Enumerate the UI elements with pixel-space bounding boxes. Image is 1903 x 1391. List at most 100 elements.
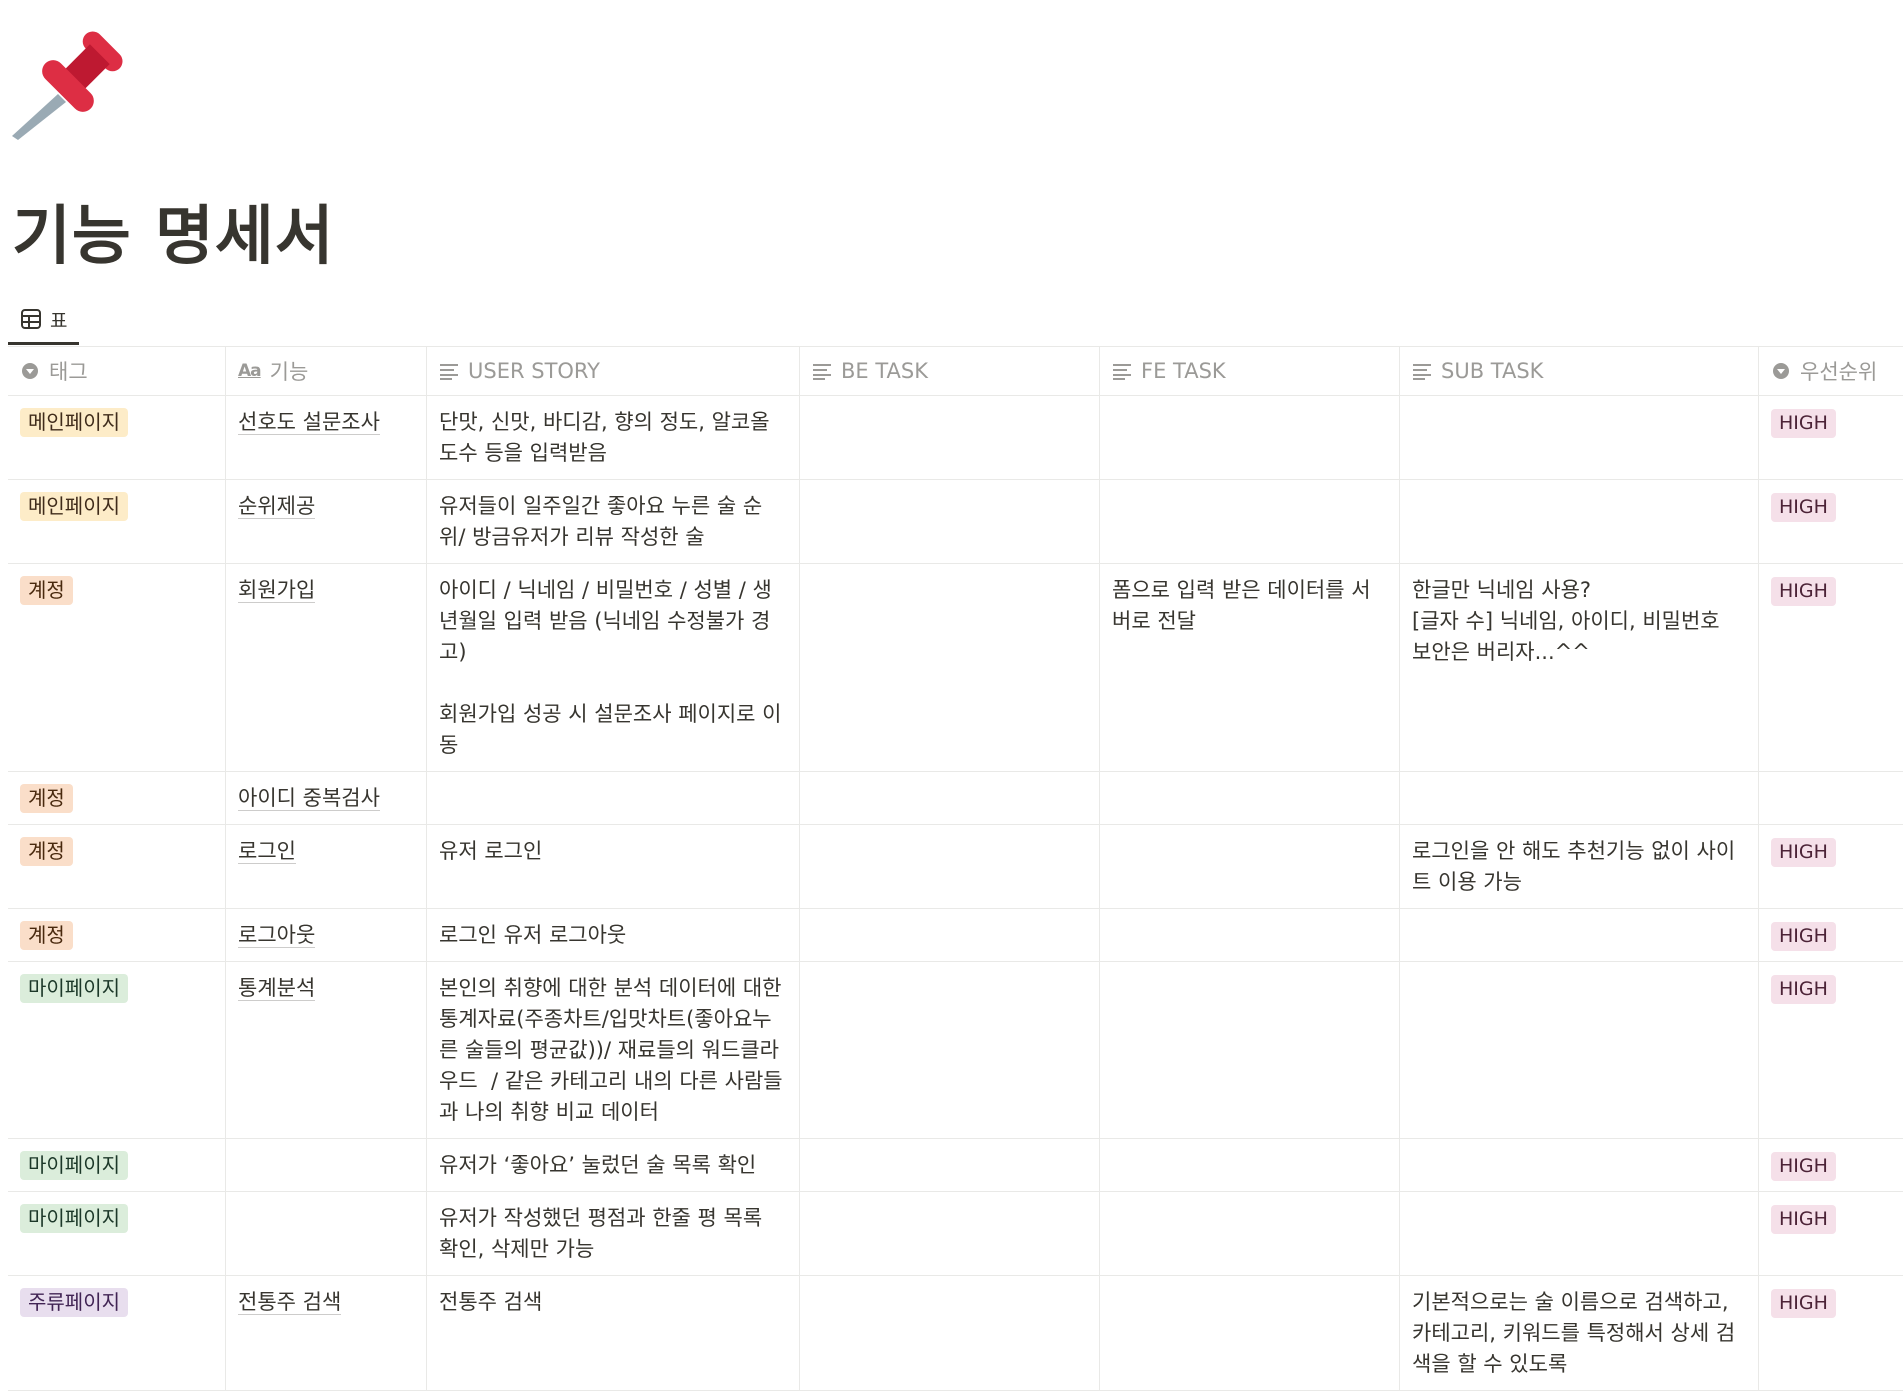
- feature-cell[interactable]: 로그인: [225, 825, 426, 909]
- priority-cell[interactable]: HIGH: [1758, 1139, 1903, 1192]
- database-table: 태그 Aa 기능 USER STORY BE TASK FE TASK SUB …: [8, 346, 1903, 1391]
- user-story-cell[interactable]: 단맛, 신맛, 바디감, 향의 정도, 알코올 도수 등을 입력받음: [426, 396, 799, 480]
- view-tabs: 표: [8, 296, 1903, 346]
- fe-task-cell[interactable]: [1099, 396, 1399, 480]
- user-story-cell[interactable]: [426, 772, 799, 825]
- fe-task-cell[interactable]: 폼으로 입력 받은 데이터를 서버로 전달: [1099, 564, 1399, 772]
- user-story-cell[interactable]: 전통주 검색: [426, 1276, 799, 1391]
- priority-cell[interactable]: HIGH: [1758, 1276, 1903, 1391]
- sub-task-text: 로그인을 안 해도 추천기능 없이 사이트 이용 가능: [1412, 839, 1736, 894]
- sub-task-cell[interactable]: 로그인을 안 해도 추천기능 없이 사이트 이용 가능: [1399, 825, 1758, 909]
- priority-badge: HIGH: [1771, 1152, 1836, 1181]
- priority-badge: HIGH: [1771, 493, 1836, 522]
- tag-cell[interactable]: 계정: [8, 825, 225, 909]
- feature-cell[interactable]: [225, 1192, 426, 1276]
- feature-title: 아이디 중복검사: [238, 786, 380, 811]
- column-header-tag[interactable]: 태그: [8, 347, 225, 396]
- user-story-cell[interactable]: 로그인 유저 로그아웃: [426, 909, 799, 962]
- tag-cell[interactable]: 마이페이지: [8, 962, 225, 1139]
- feature-cell[interactable]: 아이디 중복검사: [225, 772, 426, 825]
- tag-cell[interactable]: 주류페이지: [8, 1276, 225, 1391]
- feature-cell[interactable]: 선호도 설문조사: [225, 396, 426, 480]
- view-tab-table[interactable]: 표: [8, 296, 80, 345]
- column-header-user-story[interactable]: USER STORY: [426, 347, 799, 396]
- user-story-cell[interactable]: 유저들이 일주일간 좋아요 누른 술 순위/ 방금유저가 리뷰 작성한 술: [426, 480, 799, 564]
- tag-cell[interactable]: 계정: [8, 772, 225, 825]
- fe-task-cell[interactable]: [1099, 909, 1399, 962]
- user-story-text: 유저 로그인: [439, 839, 543, 863]
- be-task-cell[interactable]: [799, 564, 1099, 772]
- be-task-cell[interactable]: [799, 1276, 1099, 1391]
- column-header-label: BE TASK: [841, 359, 929, 383]
- user-story-cell[interactable]: 본인의 취향에 대한 분석 데이터에 대한 통계자료(주종차트/입맛차트(좋아요…: [426, 962, 799, 1139]
- tag-cell[interactable]: 마이페이지: [8, 1139, 225, 1192]
- fe-task-cell[interactable]: [1099, 1276, 1399, 1391]
- column-header-priority[interactable]: 우선순위: [1758, 347, 1903, 396]
- priority-cell[interactable]: HIGH: [1758, 962, 1903, 1139]
- priority-badge: HIGH: [1771, 1205, 1836, 1234]
- priority-cell[interactable]: HIGH: [1758, 396, 1903, 480]
- feature-cell[interactable]: 로그아웃: [225, 909, 426, 962]
- tag-badge: 메인페이지: [20, 492, 128, 521]
- tag-cell[interactable]: 계정: [8, 564, 225, 772]
- fe-task-cell[interactable]: [1099, 962, 1399, 1139]
- be-task-cell[interactable]: [799, 962, 1099, 1139]
- tag-cell[interactable]: 메인페이지: [8, 396, 225, 480]
- user-story-text: 유저가 ‘좋아요’ 눌렀던 술 목록 확인: [439, 1153, 757, 1177]
- column-header-sub-task[interactable]: SUB TASK: [1399, 347, 1758, 396]
- table-grid: 태그 Aa 기능 USER STORY BE TASK FE TASK SUB …: [8, 346, 1903, 1391]
- fe-task-cell[interactable]: [1099, 480, 1399, 564]
- priority-cell[interactable]: HIGH: [1758, 564, 1903, 772]
- user-story-cell[interactable]: 유저가 ‘좋아요’ 눌렀던 술 목록 확인: [426, 1139, 799, 1192]
- user-story-text: 유저들이 일주일간 좋아요 누른 술 순위/ 방금유저가 리뷰 작성한 술: [439, 494, 763, 549]
- priority-cell[interactable]: HIGH: [1758, 1192, 1903, 1276]
- feature-cell[interactable]: 순위제공: [225, 480, 426, 564]
- fe-task-cell[interactable]: [1099, 1139, 1399, 1192]
- sub-task-cell[interactable]: 기본적으로는 술 이름으로 검색하고, 카테고리, 키워드를 특정해서 상세 검…: [1399, 1276, 1758, 1391]
- priority-cell[interactable]: HIGH: [1758, 480, 1903, 564]
- column-header-feature[interactable]: Aa 기능: [225, 347, 426, 396]
- view-tab-label: 표: [50, 309, 68, 332]
- sub-task-cell[interactable]: [1399, 909, 1758, 962]
- be-task-cell[interactable]: [799, 825, 1099, 909]
- sub-task-cell[interactable]: [1399, 1192, 1758, 1276]
- text-lines-icon: [1413, 364, 1431, 380]
- sub-task-cell[interactable]: [1399, 1139, 1758, 1192]
- be-task-cell[interactable]: [799, 772, 1099, 825]
- pushpin-icon[interactable]: [10, 18, 130, 142]
- user-story-cell[interactable]: 아이디 / 닉네임 / 비밀번호 / 성별 / 생년월일 입력 받음 (닉네임 …: [426, 564, 799, 772]
- feature-cell[interactable]: 회원가입: [225, 564, 426, 772]
- feature-cell[interactable]: 통계분석: [225, 962, 426, 1139]
- be-task-cell[interactable]: [799, 1192, 1099, 1276]
- tag-cell[interactable]: 메인페이지: [8, 480, 225, 564]
- tag-cell[interactable]: 마이페이지: [8, 1192, 225, 1276]
- fe-task-cell[interactable]: [1099, 1192, 1399, 1276]
- column-header-fe-task[interactable]: FE TASK: [1099, 347, 1399, 396]
- priority-cell[interactable]: HIGH: [1758, 825, 1903, 909]
- fe-task-cell[interactable]: [1099, 772, 1399, 825]
- page-title[interactable]: 기능 명세서: [12, 196, 335, 278]
- sub-task-cell[interactable]: 한글만 닉네임 사용? [글자 수] 닉네임, 아이디, 비밀번호 보안은 버리…: [1399, 564, 1758, 772]
- column-header-be-task[interactable]: BE TASK: [799, 347, 1099, 396]
- fe-task-cell[interactable]: [1099, 825, 1399, 909]
- priority-cell[interactable]: HIGH: [1758, 909, 1903, 962]
- user-story-text: 유저가 작성했던 평점과 한줄 평 목록 확인, 삭제만 가능: [439, 1206, 769, 1261]
- sub-task-cell[interactable]: [1399, 772, 1758, 825]
- sub-task-cell[interactable]: [1399, 480, 1758, 564]
- user-story-cell[interactable]: 유저가 작성했던 평점과 한줄 평 목록 확인, 삭제만 가능: [426, 1192, 799, 1276]
- be-task-cell[interactable]: [799, 909, 1099, 962]
- sub-task-cell[interactable]: [1399, 396, 1758, 480]
- be-task-cell[interactable]: [799, 1139, 1099, 1192]
- be-task-cell[interactable]: [799, 480, 1099, 564]
- priority-badge: HIGH: [1771, 409, 1836, 438]
- column-header-label: USER STORY: [468, 359, 600, 383]
- feature-cell[interactable]: [225, 1139, 426, 1192]
- sub-task-cell[interactable]: [1399, 962, 1758, 1139]
- feature-cell[interactable]: 전통주 검색: [225, 1276, 426, 1391]
- tag-cell[interactable]: 계정: [8, 909, 225, 962]
- user-story-cell[interactable]: 유저 로그인: [426, 825, 799, 909]
- priority-badge: HIGH: [1771, 922, 1836, 951]
- priority-cell[interactable]: [1758, 772, 1903, 825]
- be-task-cell[interactable]: [799, 396, 1099, 480]
- tag-badge: 마이페이지: [20, 974, 128, 1003]
